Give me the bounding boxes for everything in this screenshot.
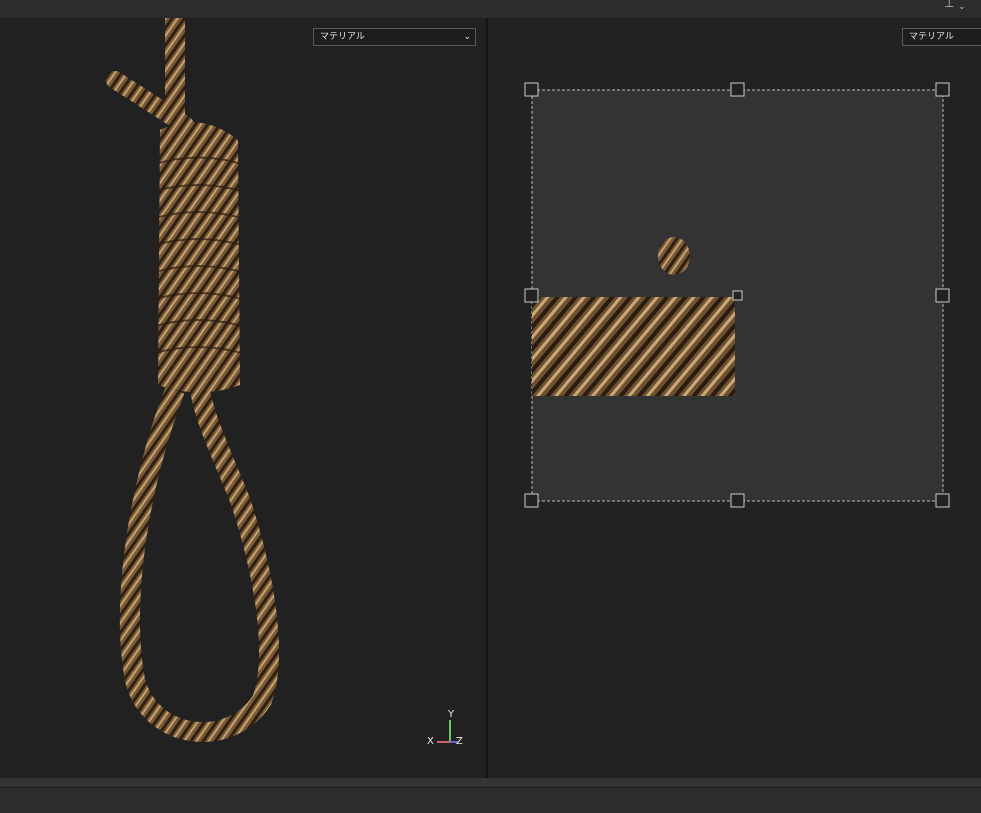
- axis-label-x: X: [427, 736, 434, 747]
- dropdown-value: マテリアル: [909, 32, 954, 42]
- rope-noose-model[interactable]: [106, 18, 280, 742]
- 3d-channel-dropdown[interactable]: マテリアル ⌄: [313, 28, 476, 46]
- chevron-down-icon: ⌄: [463, 32, 471, 42]
- viewport-footer: [0, 778, 981, 787]
- 2d-channel-dropdown[interactable]: マテリアル: [902, 28, 981, 46]
- axis-label-z: Z: [456, 736, 463, 747]
- viewport-canvas: [106, 18, 950, 743]
- axis-label-y: Y: [448, 709, 455, 720]
- uv-island-bounds[interactable]: [524, 82, 950, 508]
- dropdown-value: マテリアル: [320, 32, 365, 42]
- axis-gizmo: [437, 720, 458, 743]
- bottom-panel: [0, 787, 981, 813]
